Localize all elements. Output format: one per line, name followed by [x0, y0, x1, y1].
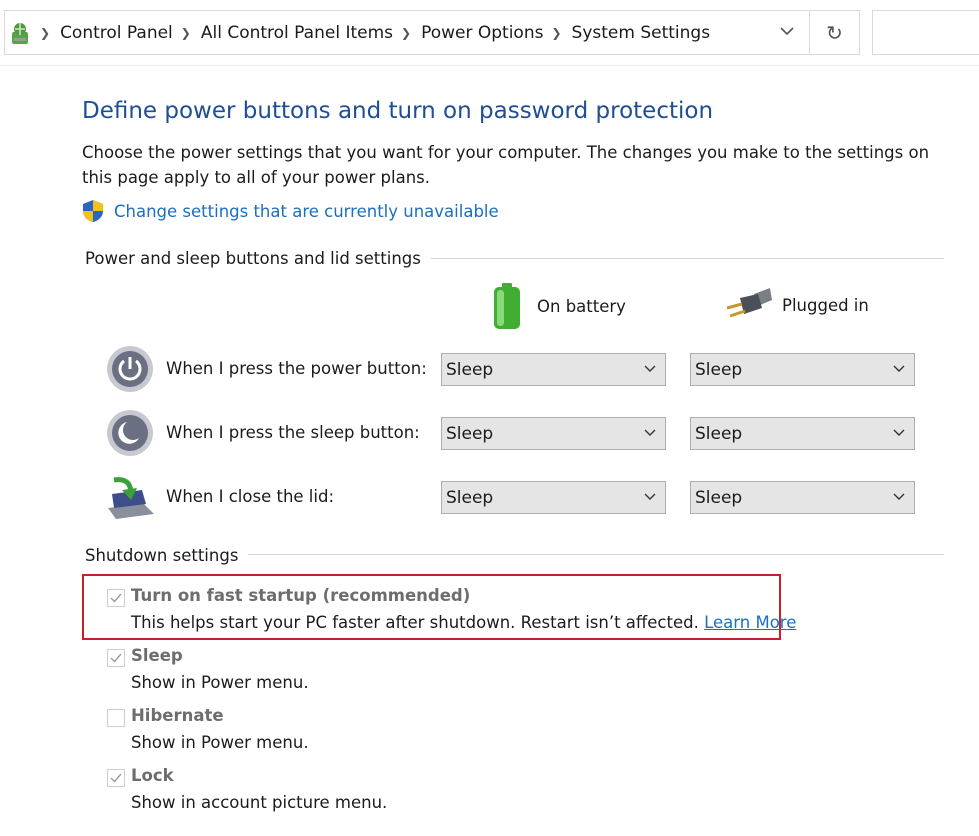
battery-icon [494, 283, 520, 329]
fast-startup-description: This helps start your PC faster after sh… [131, 613, 796, 632]
select-value: Sleep [446, 359, 494, 380]
search-input[interactable] [872, 10, 979, 55]
close-lid-label: When I close the lid: [166, 487, 335, 506]
breadcrumb-control-panel[interactable]: Control Panel [60, 23, 173, 43]
sleep-button-battery-select[interactable]: Sleep [441, 417, 666, 450]
select-value: Sleep [695, 423, 743, 444]
chevron-down-icon [644, 493, 656, 500]
change-settings-link[interactable]: Change settings that are currently unava… [114, 202, 499, 221]
change-settings-row: Change settings that are currently unava… [82, 199, 499, 223]
page-title: Define power buttons and turn on passwor… [82, 98, 714, 124]
sleep-button-label: When I press the sleep button: [166, 423, 420, 442]
sleep-button-plugged-select[interactable]: Sleep [690, 417, 915, 450]
lock-checkbox[interactable] [107, 769, 125, 787]
breadcrumb-power-options[interactable]: Power Options [421, 23, 543, 43]
on-battery-label: On battery [537, 296, 626, 316]
refresh-icon: ↻ [826, 20, 843, 45]
uac-shield-icon [83, 200, 103, 222]
chevron-down-icon [893, 429, 905, 436]
breadcrumb-all-items[interactable]: All Control Panel Items [201, 23, 393, 43]
sleep-option-description: Show in Power menu. [131, 673, 309, 692]
close-lid-battery-select[interactable]: Sleep [441, 481, 666, 514]
divider [0, 65, 979, 66]
learn-more-link[interactable]: Learn More [704, 613, 796, 632]
close-lid-plugged-select[interactable]: Sleep [690, 481, 915, 514]
shutdown-group-label: Shutdown settings [85, 546, 249, 565]
power-button-icon [107, 346, 153, 392]
laptop-lid-icon [108, 477, 154, 519]
control-panel-icon[interactable] [8, 20, 32, 46]
column-on-battery: On battery [489, 282, 626, 330]
power-button-label: When I press the power button: [166, 359, 427, 378]
breadcrumb-system-settings[interactable]: System Settings [572, 23, 711, 43]
power-group-label: Power and sleep buttons and lid settings [85, 249, 431, 268]
checkmark-icon [110, 773, 122, 783]
lock-option-description: Show in account picture menu. [131, 793, 388, 812]
sleep-checkbox[interactable] [107, 649, 125, 667]
address-bar[interactable]: ❯ Control Panel ❯ All Control Panel Item… [4, 10, 810, 55]
page-description: Choose the power settings that you want … [82, 143, 930, 187]
chevron-down-icon[interactable] [779, 23, 795, 39]
chevron-down-icon [644, 429, 656, 436]
fast-startup-checkbox[interactable] [107, 589, 125, 607]
chevron-down-icon [893, 493, 905, 500]
lock-option-title: Lock [131, 766, 174, 785]
sleep-button-icon [107, 410, 153, 456]
hibernate-checkbox[interactable] [107, 709, 125, 727]
breadcrumb: ❯ Control Panel ❯ All Control Panel Item… [5, 11, 710, 54]
select-value: Sleep [446, 423, 494, 444]
column-plugged-in: Plugged in [724, 286, 869, 324]
breadcrumb-separator[interactable]: ❯ [40, 26, 50, 40]
hibernate-option-title: Hibernate [131, 706, 224, 725]
fast-startup-description-text: This helps start your PC faster after sh… [131, 613, 699, 632]
breadcrumb-separator[interactable]: ❯ [181, 26, 191, 40]
plugged-in-label: Plugged in [782, 295, 869, 315]
select-value: Sleep [446, 487, 494, 508]
chevron-down-icon [893, 365, 905, 372]
fast-startup-title: Turn on fast startup (recommended) [131, 586, 471, 605]
select-value: Sleep [695, 359, 743, 380]
plug-icon [726, 288, 772, 318]
checkmark-icon [110, 593, 122, 603]
refresh-button[interactable]: ↻ [810, 10, 860, 55]
chevron-down-icon [644, 365, 656, 372]
sleep-option-title: Sleep [131, 646, 183, 665]
breadcrumb-separator[interactable]: ❯ [551, 26, 561, 40]
checkmark-icon [110, 653, 122, 663]
power-button-battery-select[interactable]: Sleep [441, 353, 666, 386]
breadcrumb-separator[interactable]: ❯ [401, 26, 411, 40]
power-button-plugged-select[interactable]: Sleep [690, 353, 915, 386]
select-value: Sleep [695, 487, 743, 508]
hibernate-option-description: Show in Power menu. [131, 733, 309, 752]
